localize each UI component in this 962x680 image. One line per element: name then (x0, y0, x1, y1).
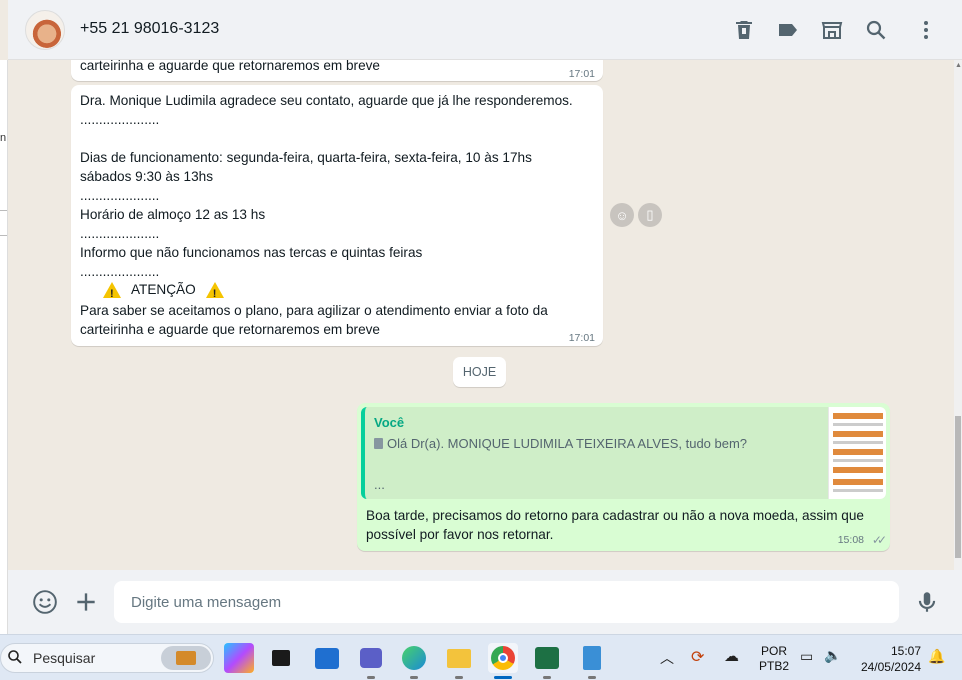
language-indicator[interactable]: POR PTB2 (759, 644, 789, 674)
notification-bell-icon[interactable]: 🔔 (928, 648, 945, 665)
emoji-reaction-icon[interactable]: ☺ (610, 203, 634, 227)
quoted-message[interactable]: Você Olá Dr(a). MONIQUE LUDIMILA TEIXEIR… (361, 407, 886, 499)
contact-avatar[interactable] (25, 10, 65, 50)
left-panel-edge: n (0, 60, 8, 634)
warning-icon (103, 281, 121, 304)
clock[interactable]: 15:07 24/05/2024 (855, 643, 921, 675)
attach-plus-icon[interactable] (73, 589, 99, 615)
message-line: Dra. Monique Ludimila agradece seu conta… (80, 93, 573, 108)
message-line: Informo que não funcionamos nas tercas e… (80, 245, 423, 260)
message-line: ..................... (80, 264, 160, 279)
forward-icon[interactable]: ▯ (638, 203, 662, 227)
task-view-icon[interactable] (266, 643, 296, 673)
contact-name[interactable]: +55 21 98016-3123 (80, 20, 219, 38)
message-line: Dias de funcionamento: segunda-feira, qu… (80, 150, 532, 165)
message-text: Dra. Monique Ludimila agradece seu conta… (80, 91, 595, 281)
chat-area: carteirinha e aguarde que retornaremos e… (8, 60, 954, 570)
teams-icon[interactable] (356, 643, 386, 679)
message-bubble-incoming[interactable]: carteirinha e aguarde que retornaremos e… (71, 60, 603, 81)
language-code: POR (761, 644, 788, 658)
attention-line: ATENÇÃO (103, 280, 224, 304)
chevron-up-icon[interactable]: ︿ (660, 648, 674, 668)
network-icon[interactable]: ▭ (800, 648, 813, 665)
message-time: 17:01 (568, 332, 595, 344)
briefcase-icon (161, 646, 211, 670)
message-line: Horário de almoço 12 as 13 hs (80, 207, 266, 222)
delete-icon[interactable] (732, 18, 756, 42)
quote-author: Você (374, 415, 405, 430)
store-icon[interactable] (312, 643, 342, 673)
attention-label: ATENÇÃO (131, 282, 196, 297)
read-receipt-icon: ✓✓ (871, 533, 887, 547)
document-icon (374, 438, 383, 449)
quote-thumbnail (828, 407, 886, 499)
microphone-icon[interactable] (914, 589, 940, 615)
message-line (80, 129, 595, 148)
sync-icon[interactable]: ⟳ (691, 647, 704, 667)
message-time: 17:01 (568, 68, 595, 80)
file-explorer-icon[interactable] (444, 643, 474, 679)
message-text: carteirinha e aguarde que retornaremos e… (80, 60, 380, 73)
copilot-icon[interactable] (224, 643, 254, 673)
message-line: ..................... (80, 226, 160, 241)
windows-taskbar: Pesquisar ︿ ⟳ ☁ POR PTB2 ▭ 🔈 15:07 24/05… (0, 634, 962, 680)
warning-icon (205, 281, 224, 304)
scroll-up-icon[interactable]: ▲ (955, 62, 962, 69)
quote-ellipsis: ... (374, 477, 385, 492)
menu-icon[interactable] (914, 18, 938, 42)
taskbar-search[interactable]: Pesquisar (0, 643, 214, 673)
search-icon (8, 650, 22, 664)
clock-time: 15:07 (890, 644, 921, 658)
clock-date: 24/05/2024 (860, 660, 921, 674)
chat-scrollbar[interactable]: ▲ (954, 60, 962, 570)
message-line: ..................... (80, 188, 160, 203)
message-bubble-incoming[interactable]: Dra. Monique Ludimila agradece seu conta… (71, 85, 603, 346)
keyboard-layout: PTB2 (759, 659, 790, 673)
search-icon[interactable] (864, 18, 888, 42)
volume-icon[interactable]: 🔈 (824, 647, 841, 664)
taskbar-search-label: Pesquisar (33, 650, 96, 666)
excel-icon[interactable] (532, 643, 562, 679)
message-bubble-outgoing[interactable]: Você Olá Dr(a). MONIQUE LUDIMILA TEIXEIR… (357, 403, 890, 551)
message-input[interactable]: Digite uma mensagem (114, 581, 899, 623)
cloud-off-icon[interactable]: ☁ (724, 647, 739, 665)
chat-header: +55 21 98016-3123 (8, 0, 962, 60)
composer-bar: Digite uma mensagem (8, 570, 962, 634)
message-line: sábados 9:30 às 13hs (80, 169, 214, 184)
message-closing-text: Para saber se aceitamos o plano, para ag… (80, 303, 548, 337)
catalog-icon[interactable] (820, 18, 844, 42)
edge-icon[interactable] (399, 643, 429, 679)
chrome-icon[interactable] (488, 643, 518, 679)
message-line: ..................... (80, 112, 160, 127)
quote-text: Olá Dr(a). MONIQUE LUDIMILA TEIXEIRA ALV… (387, 436, 748, 451)
emoji-icon[interactable] (32, 589, 58, 615)
day-divider: HOJE (453, 357, 506, 387)
notepad-icon[interactable] (577, 643, 607, 679)
label-icon[interactable] (776, 18, 800, 42)
message-time: 15:08 (837, 534, 864, 546)
message-text: Boa tarde, precisamos do retorno para ca… (366, 508, 864, 542)
scrollbar-thumb[interactable] (955, 416, 961, 558)
whatsapp-window: n +55 21 98016-3123 carteirinha e aguard… (0, 0, 962, 634)
